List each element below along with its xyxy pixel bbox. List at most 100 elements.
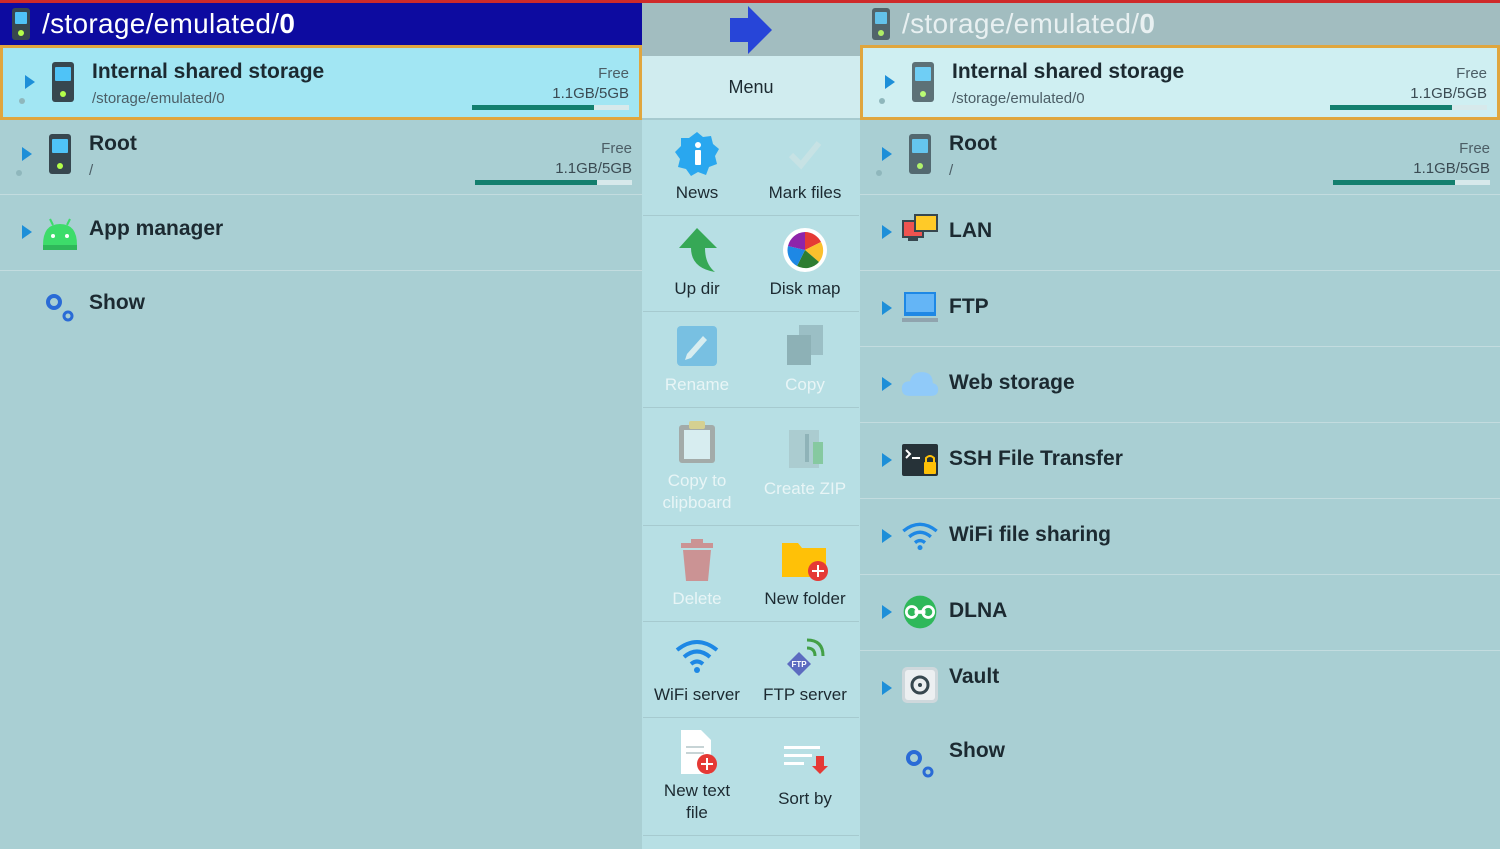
wifi-icon <box>900 516 940 556</box>
list-item-dlna[interactable]: DLNA <box>860 575 1500 651</box>
menu-item-create-zip[interactable]: Create ZIP <box>751 408 859 526</box>
indicator-dot <box>19 98 25 104</box>
expand-arrow-icon[interactable] <box>882 529 892 543</box>
clipboard-icon <box>671 418 723 466</box>
indicator-dot <box>16 170 22 176</box>
item-title: Web storage <box>949 371 1075 394</box>
gears-icon <box>40 288 80 328</box>
menu-item-new-text-file[interactable]: New text file <box>643 718 751 836</box>
expand-arrow-icon[interactable] <box>882 453 892 467</box>
up-arrow-icon <box>671 226 723 274</box>
right-path-header[interactable]: /storage/emulated/0 <box>860 3 1500 45</box>
expand-arrow-icon[interactable] <box>882 605 892 619</box>
cloud-icon <box>900 364 940 404</box>
menu-item-mark-files[interactable]: Mark files <box>751 120 859 216</box>
menu-item-label: WiFi server <box>654 685 740 704</box>
list-item-wifi-file-sharing[interactable]: WiFi file sharing <box>860 499 1500 575</box>
menu-panel: Menu News Mark files Up dir Disk map Ren… <box>642 3 860 849</box>
checkmark-icon <box>779 130 831 178</box>
item-title: App manager <box>89 217 224 240</box>
list-item-internal-storage[interactable]: Internal shared storage /storage/emulate… <box>860 45 1500 120</box>
expand-arrow-icon[interactable] <box>882 225 892 239</box>
wifi-icon <box>671 632 723 680</box>
free-size: 1.1GB/5GB <box>555 160 632 177</box>
free-label: Free <box>598 65 629 82</box>
item-title: WiFi file sharing <box>949 523 1111 546</box>
trash-icon <box>671 536 723 584</box>
usage-bar <box>1333 180 1490 185</box>
dlna-icon <box>900 592 940 632</box>
list-item-web-storage[interactable]: Web storage <box>860 347 1500 423</box>
list-item-lan[interactable]: LAN <box>860 195 1500 271</box>
phone-storage-icon <box>43 62 83 102</box>
expand-arrow-icon[interactable] <box>882 377 892 391</box>
menu-grid: News Mark files Up dir Disk map Rename C… <box>642 120 860 836</box>
menu-item-label: Copy to clipboard <box>662 471 732 512</box>
list-item-ftp[interactable]: FTP <box>860 271 1500 347</box>
list-item-app-manager[interactable]: App manager <box>0 195 642 271</box>
menu-item-label: Copy <box>785 375 825 394</box>
item-title: Internal shared storage <box>92 60 325 83</box>
menu-item-up-dir[interactable]: Up dir <box>643 216 751 312</box>
pie-chart-icon <box>779 226 831 274</box>
new-folder-icon <box>779 536 831 584</box>
menu-item-label: FTP server <box>763 685 847 704</box>
menu-item-rename[interactable]: Rename <box>643 312 751 408</box>
right-header-path: /storage/emulated/0 <box>902 8 1156 39</box>
expand-arrow-icon[interactable] <box>882 681 892 695</box>
menu-item-label: New text file <box>663 781 731 822</box>
item-title: Internal shared storage <box>952 60 1185 83</box>
lan-icon <box>900 212 940 252</box>
storage-device-icon <box>12 8 30 40</box>
usage-bar <box>475 180 632 185</box>
indicator-dot <box>876 170 882 176</box>
expand-arrow-icon[interactable] <box>882 301 892 315</box>
list-item-vault[interactable]: Vault <box>860 651 1500 727</box>
item-path: /storage/emulated/0 <box>952 90 1085 107</box>
menu-item-disk-map[interactable]: Disk map <box>751 216 859 312</box>
expand-arrow-icon[interactable] <box>22 225 32 239</box>
menu-item-copy[interactable]: Copy <box>751 312 859 408</box>
menu-item-label: Disk map <box>769 279 841 298</box>
free-label: Free <box>1459 140 1490 157</box>
sort-icon <box>779 736 831 784</box>
list-item-root[interactable]: Root / Free 1.1GB/5GB <box>860 120 1500 195</box>
menu-item-label: New folder <box>764 589 846 608</box>
menu-title-bar: Menu <box>642 56 860 120</box>
menu-title: Menu <box>728 76 774 97</box>
svg-text:FTP: FTP <box>791 660 807 669</box>
indicator-dot <box>879 98 885 104</box>
android-icon <box>40 212 80 252</box>
expand-arrow-icon[interactable] <box>25 75 35 89</box>
expand-arrow-icon[interactable] <box>22 147 32 161</box>
item-title: DLNA <box>949 599 1008 622</box>
gears-icon <box>900 744 940 784</box>
menu-item-delete[interactable]: Delete <box>643 526 751 622</box>
expand-arrow-icon[interactable] <box>885 75 895 89</box>
list-item-ssh-file-transfer[interactable]: SSH File Transfer <box>860 423 1500 499</box>
menu-item-new-folder[interactable]: New folder <box>751 526 859 622</box>
free-label: Free <box>1456 65 1487 82</box>
menu-item-news[interactable]: News <box>643 120 751 216</box>
list-item-root[interactable]: Root / Free 1.1GB/5GB <box>0 120 642 195</box>
list-item-show[interactable]: Show <box>0 271 642 347</box>
list-item-internal-storage[interactable]: Internal shared storage /storage/emulate… <box>0 45 642 120</box>
menu-item-label: Rename <box>664 375 730 394</box>
menu-item-sort-by[interactable]: Sort by <box>751 718 859 836</box>
menu-item-copy-to-clipboard[interactable]: Copy to clipboard <box>643 408 751 526</box>
left-path-header[interactable]: /storage/emulated/0 <box>0 3 642 45</box>
vault-icon <box>900 665 940 705</box>
free-size: 1.1GB/5GB <box>1413 160 1490 177</box>
expand-arrow-icon[interactable] <box>882 147 892 161</box>
copy-direction-arrow[interactable] <box>642 3 860 56</box>
menu-item-wifi-server[interactable]: WiFi server <box>643 622 751 718</box>
list-item-show[interactable]: Show <box>860 727 1500 803</box>
item-title: Vault <box>949 665 1000 688</box>
item-title: Root <box>89 132 137 155</box>
phone-storage-icon <box>40 134 80 174</box>
copy-icon <box>779 322 831 370</box>
menu-item-label: News <box>675 183 719 202</box>
menu-item-ftp-server[interactable]: FTP FTP server <box>751 622 859 718</box>
free-size: 1.1GB/5GB <box>552 85 629 102</box>
left-pane: /storage/emulated/0 Internal shared stor… <box>0 3 642 849</box>
